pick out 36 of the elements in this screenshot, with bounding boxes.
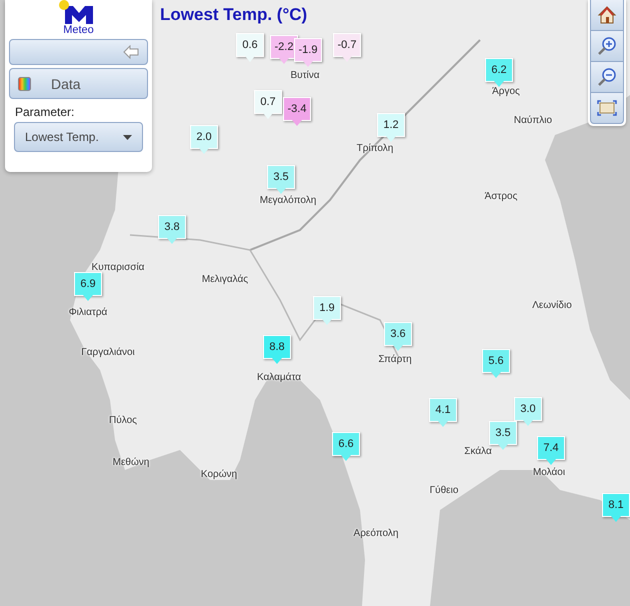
parameter-label: Parameter:	[14, 105, 76, 119]
arrow-left-icon	[123, 45, 139, 59]
full-extent-button[interactable]	[590, 93, 624, 124]
place-label: Κορώνη	[200, 469, 238, 480]
place-label: Άργος	[492, 86, 520, 97]
logo-text: Meteo	[63, 24, 94, 36]
zoom-in-button[interactable]	[590, 31, 624, 62]
data-button[interactable]: Data	[9, 68, 148, 99]
place-label: Αρεόπολη	[354, 528, 398, 539]
extent-icon	[597, 99, 617, 117]
home-button[interactable]	[590, 0, 624, 31]
place-label: Κυπαρισσία	[92, 262, 144, 273]
place-label: Σκάλα	[464, 446, 492, 457]
place-label: Βυτίνα	[290, 70, 320, 81]
place-label: Ναύπλιο	[514, 115, 552, 126]
place-label: Φιλιατρά	[68, 307, 108, 318]
place-label: Τρίπολη	[356, 143, 394, 154]
zoom-out-button[interactable]	[590, 62, 624, 93]
place-label: Μεγαλόπολη	[260, 195, 316, 206]
zoom-in-icon	[597, 36, 617, 56]
palette-icon	[18, 76, 31, 90]
map-title: Lowest Temp. (°C)	[160, 5, 308, 25]
place-label: Καλαμάτα	[256, 372, 302, 383]
parameter-dropdown[interactable]: Lowest Temp.	[14, 122, 143, 152]
place-label: Μελιγαλάς	[202, 274, 248, 285]
house-icon	[597, 5, 617, 25]
place-label: Γαργαλιάνοι	[81, 347, 135, 358]
caret-icon	[123, 134, 132, 140]
place-label: Γύθειο	[430, 485, 458, 496]
place-label: Πύλος	[109, 415, 137, 426]
zoom-out-icon	[597, 67, 617, 87]
place-label: Σπάρτη	[378, 354, 412, 365]
place-label: Μολάοι	[532, 467, 566, 478]
place-label: Μεθώνη	[112, 457, 150, 468]
place-label: Άστρος	[484, 191, 518, 202]
place-label: Λεωνίδιο	[532, 300, 572, 311]
